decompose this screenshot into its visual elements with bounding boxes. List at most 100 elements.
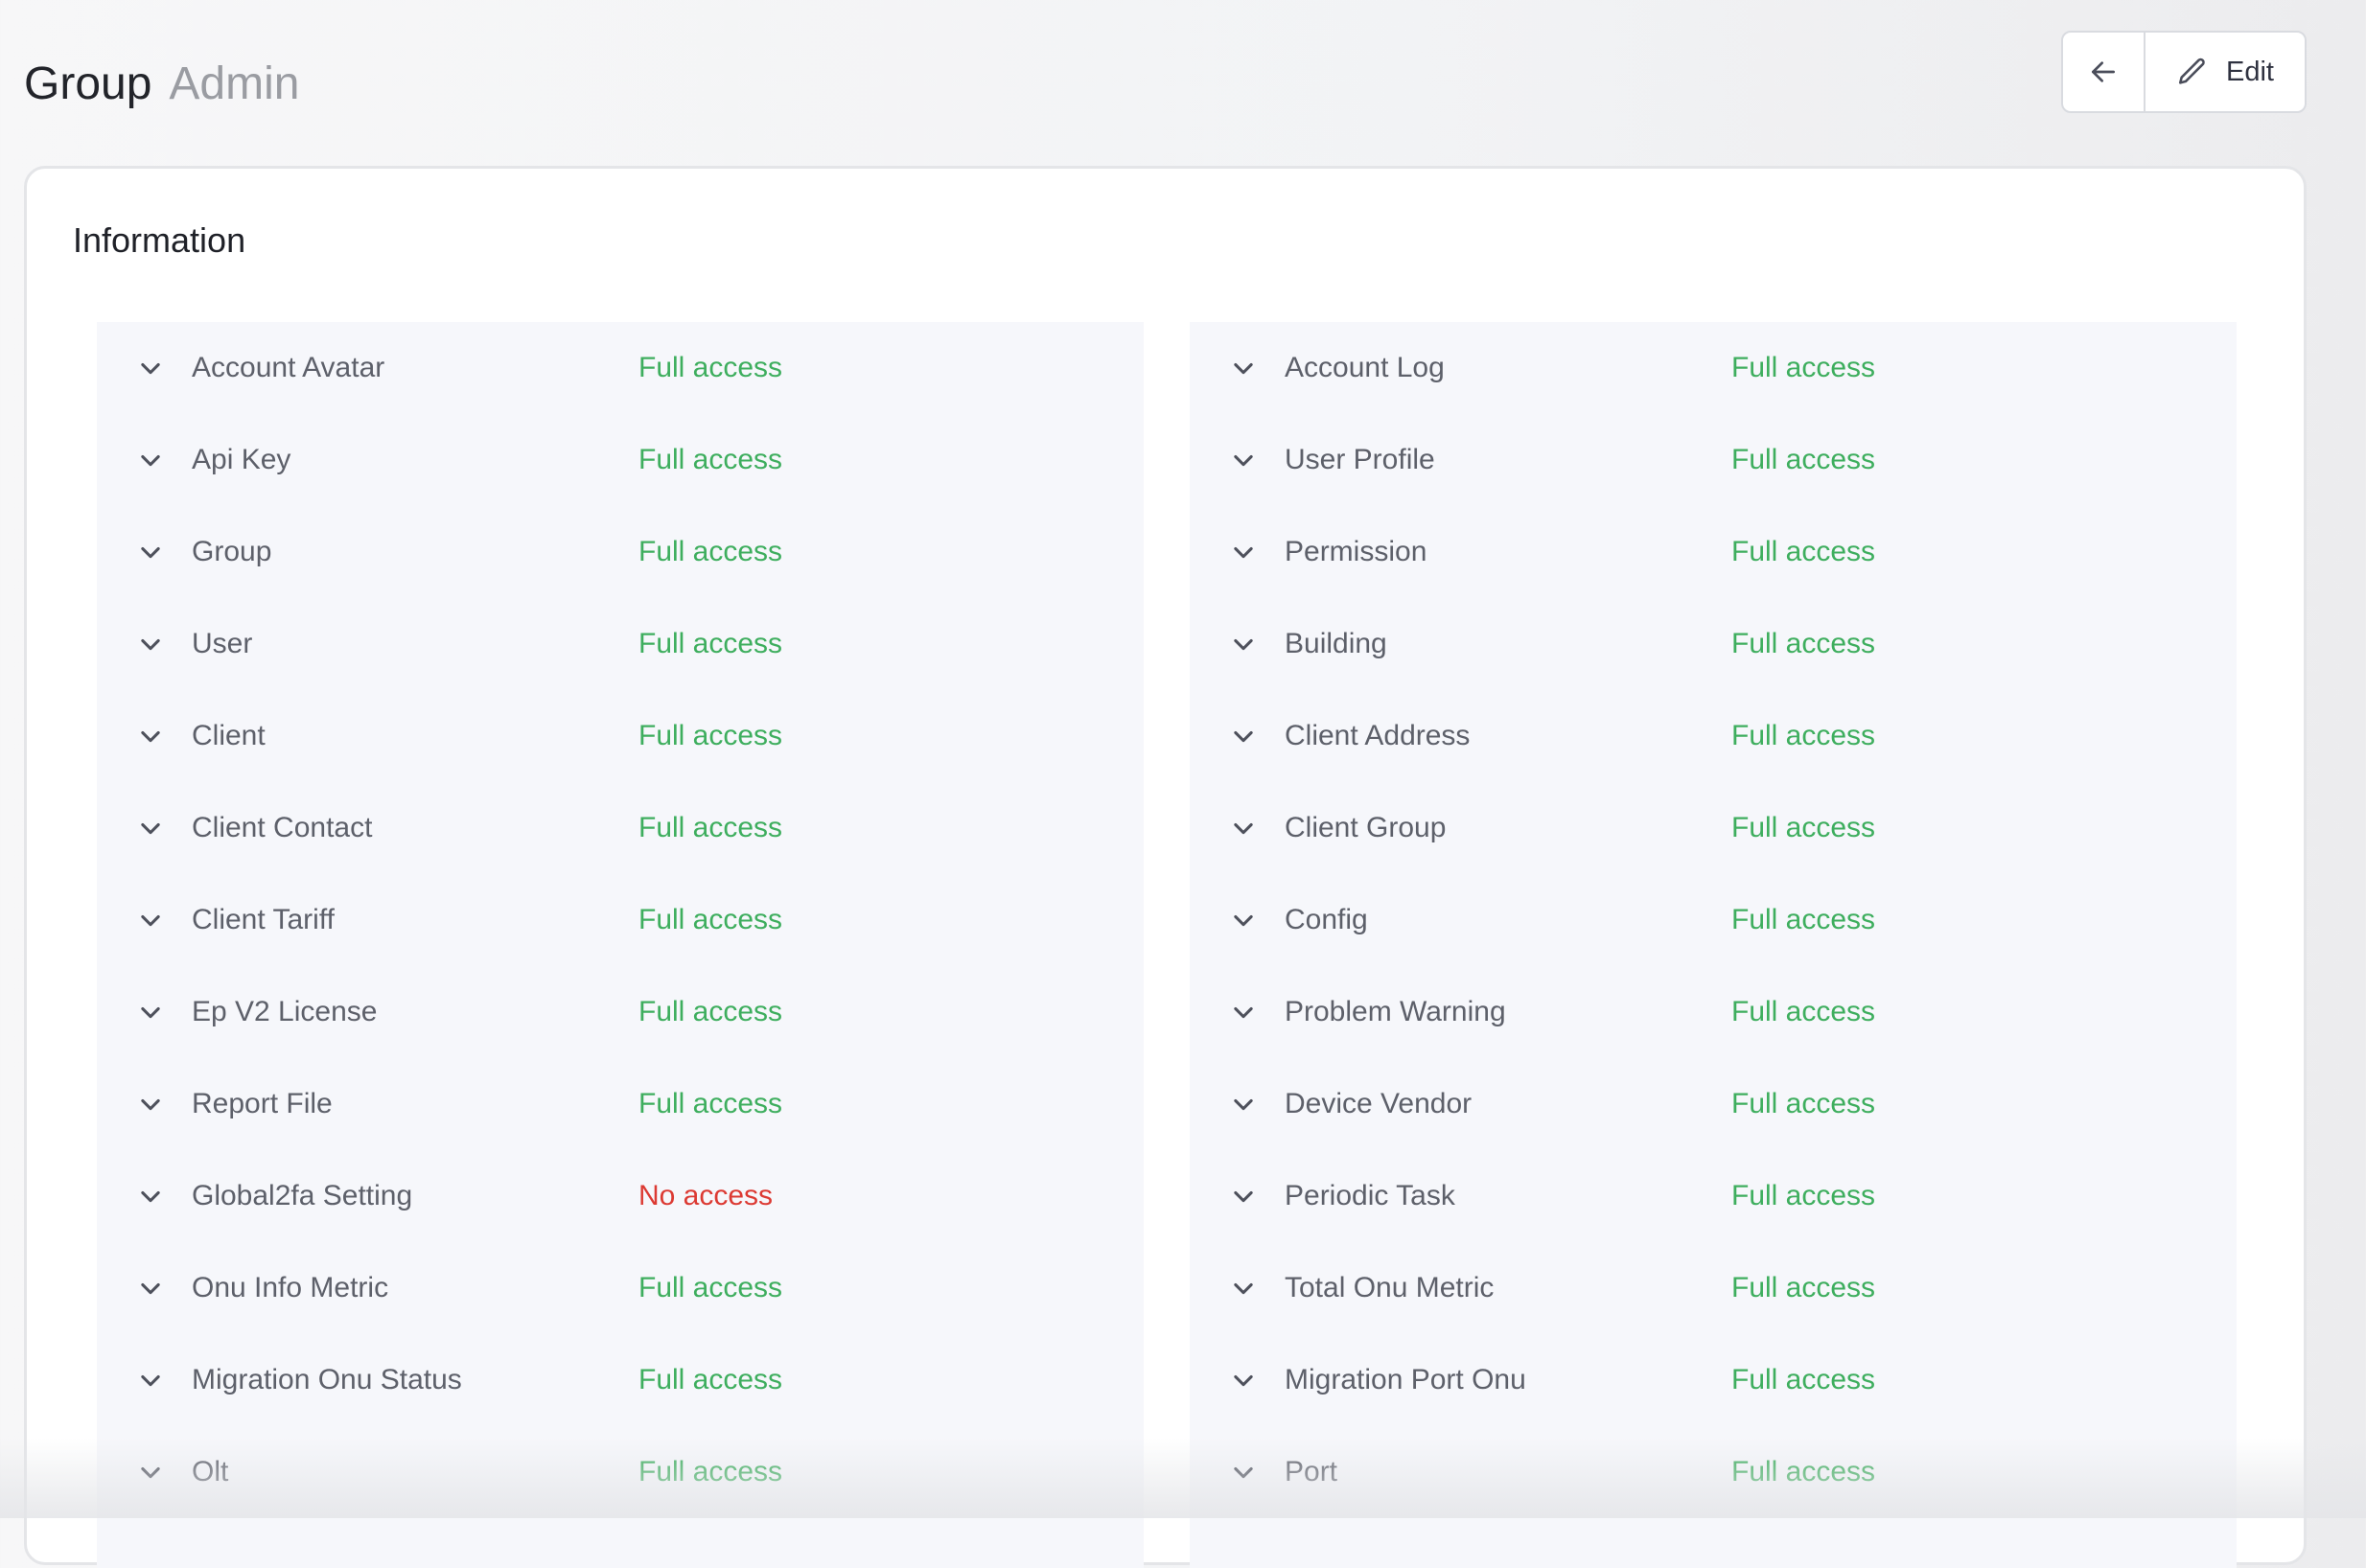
- permission-row[interactable]: Group Full access: [97, 506, 1144, 598]
- permission-row[interactable]: Olt Full access: [97, 1426, 1144, 1518]
- permission-row[interactable]: Total Onu Metric Full access: [1190, 1242, 2237, 1334]
- edit-button[interactable]: Edit: [2146, 33, 2305, 111]
- chevron-down-icon[interactable]: [137, 447, 164, 473]
- permission-name: User Profile: [1285, 444, 1435, 475]
- permission-name: Api Key: [192, 444, 291, 475]
- permission-name: Account Log: [1285, 352, 1445, 383]
- permission-name: Problem Warning: [1285, 996, 1506, 1027]
- permission-row[interactable]: Client Full access: [97, 690, 1144, 782]
- permissions-column-left: Account Avatar Full access Api Key Full acc…: [97, 322, 1144, 1568]
- chevron-down-icon[interactable]: [137, 1091, 164, 1118]
- chevron-down-icon[interactable]: [137, 907, 164, 934]
- chevron-down-icon[interactable]: [1230, 1459, 1257, 1486]
- permission-row[interactable]: Building Full access: [1190, 598, 2237, 690]
- access-status: Full access: [638, 996, 783, 1027]
- access-status: Full access: [1731, 720, 1876, 751]
- access-status: No access: [638, 1180, 774, 1211]
- permission-row[interactable]: User Full access: [97, 598, 1144, 690]
- permission-name: Port: [1285, 1456, 1338, 1487]
- chevron-down-icon[interactable]: [137, 355, 164, 381]
- permission-name: Olt: [192, 1456, 229, 1487]
- permission-name: Global2fa Setting: [192, 1180, 413, 1211]
- permission-name: Migration Onu Status: [192, 1364, 462, 1395]
- access-status: Full access: [638, 628, 783, 659]
- permission-row[interactable]: Migration Onu Status Full access: [97, 1334, 1144, 1426]
- permission-name: Total Onu Metric: [1285, 1272, 1495, 1303]
- back-button[interactable]: [2063, 33, 2146, 111]
- permission-row[interactable]: Account Log Full access: [1190, 322, 2237, 414]
- chevron-down-icon[interactable]: [1230, 631, 1257, 657]
- permission-row[interactable]: Client Address Full access: [1190, 690, 2237, 782]
- permission-name: Client Address: [1285, 720, 1471, 751]
- header-actions: Edit: [2061, 31, 2307, 113]
- information-card: Information Account Avatar Full access Api…: [24, 166, 2307, 1568]
- permission-name: Client Group: [1285, 812, 1447, 843]
- chevron-down-icon[interactable]: [1230, 723, 1257, 749]
- access-status: Full access: [638, 352, 783, 383]
- page-title-subtitle: Admin: [169, 58, 300, 109]
- permission-row[interactable]: Permission Full access: [1190, 506, 2237, 598]
- permission-row[interactable]: Account Avatar Full access: [97, 322, 1144, 414]
- chevron-down-icon[interactable]: [137, 999, 164, 1026]
- chevron-down-icon[interactable]: [1230, 1091, 1257, 1118]
- chevron-down-icon[interactable]: [137, 1459, 164, 1486]
- access-status: Full access: [1731, 1088, 1876, 1119]
- page-title-main: Group: [24, 58, 152, 109]
- chevron-down-icon[interactable]: [137, 1183, 164, 1210]
- access-status: Full access: [638, 904, 783, 935]
- permission-name: User: [192, 628, 253, 659]
- access-status: Full access: [1731, 1364, 1876, 1395]
- permission-row[interactable]: Ep V2 License Full access: [97, 966, 1144, 1058]
- permission-row[interactable]: Port Full access: [1190, 1426, 2237, 1518]
- permission-name: Report File: [192, 1088, 333, 1119]
- access-status: Full access: [1731, 536, 1876, 567]
- permission-name: Onu Info Metric: [192, 1272, 389, 1303]
- chevron-down-icon[interactable]: [1230, 815, 1257, 842]
- access-status: Full access: [1731, 1272, 1876, 1303]
- chevron-down-icon[interactable]: [137, 539, 164, 565]
- permission-row[interactable]: Config Full access: [1190, 874, 2237, 966]
- pencil-icon: [2176, 56, 2209, 88]
- chevron-down-icon[interactable]: [1230, 447, 1257, 473]
- permission-row[interactable]: Report File Full access: [97, 1058, 1144, 1150]
- chevron-down-icon[interactable]: [137, 1275, 164, 1302]
- permission-row[interactable]: Client Group Full access: [1190, 782, 2237, 874]
- chevron-down-icon[interactable]: [1230, 999, 1257, 1026]
- chevron-down-icon[interactable]: [1230, 1367, 1257, 1394]
- permission-row[interactable]: Client Tariff Full access: [97, 874, 1144, 966]
- access-status: Full access: [638, 444, 783, 475]
- chevron-down-icon[interactable]: [1230, 1183, 1257, 1210]
- chevron-down-icon[interactable]: [1230, 1275, 1257, 1302]
- permission-row[interactable]: Global2fa Setting No access: [97, 1150, 1144, 1242]
- permission-row[interactable]: Migration Port Onu Full access: [1190, 1334, 2237, 1426]
- access-status: Full access: [1731, 812, 1876, 843]
- permission-row[interactable]: Onu Info Metric Full access: [97, 1242, 1144, 1334]
- permission-name: Permission: [1285, 536, 1427, 567]
- permission-row[interactable]: Problem Warning Full access: [1190, 966, 2237, 1058]
- chevron-down-icon[interactable]: [137, 723, 164, 749]
- chevron-down-icon[interactable]: [137, 1367, 164, 1394]
- chevron-down-icon[interactable]: [1230, 907, 1257, 934]
- permissions-column-right: Account Log Full access User Profile Full a…: [1190, 322, 2237, 1568]
- permission-name: Account Avatar: [192, 352, 385, 383]
- permission-name: Building: [1285, 628, 1387, 659]
- permission-name: Group: [192, 536, 272, 567]
- permission-row[interactable]: User Profile Full access: [1190, 414, 2237, 506]
- chevron-down-icon[interactable]: [1230, 355, 1257, 381]
- permission-name: Client: [192, 720, 266, 751]
- permission-row[interactable]: Device Vendor Full access: [1190, 1058, 2237, 1150]
- permission-name: Migration Port Onu: [1285, 1364, 1526, 1395]
- chevron-down-icon[interactable]: [1230, 539, 1257, 565]
- access-status: Full access: [638, 536, 783, 567]
- access-status: Full access: [638, 1272, 783, 1303]
- access-status: Full access: [1731, 904, 1876, 935]
- access-status: Full access: [638, 1364, 783, 1395]
- access-status: Full access: [638, 720, 783, 751]
- permission-name: Client Contact: [192, 812, 373, 843]
- permission-row[interactable]: Client Contact Full access: [97, 782, 1144, 874]
- chevron-down-icon[interactable]: [137, 815, 164, 842]
- permission-name: Ep V2 License: [192, 996, 378, 1027]
- chevron-down-icon[interactable]: [137, 631, 164, 657]
- permission-row[interactable]: Api Key Full access: [97, 414, 1144, 506]
- permission-row[interactable]: Periodic Task Full access: [1190, 1150, 2237, 1242]
